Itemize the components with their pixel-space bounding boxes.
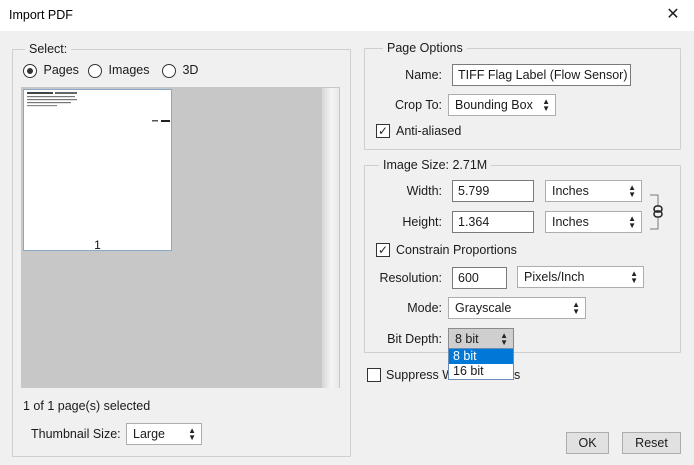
title-bar: Import PDF ✕ [0,0,694,32]
radio-icon[interactable] [162,63,176,78]
mode-label: Mode: [407,301,442,315]
thumbnail-size-value: Large [133,427,165,441]
resolution-label: Resolution: [379,271,442,285]
radio-3d[interactable]: 3D [162,63,198,78]
crop-to-label: Crop To: [394,98,442,112]
radio-pages[interactable]: Pages [23,63,79,78]
width-unit-select[interactable]: Inches ▲ ▼ [545,180,642,202]
close-icon[interactable]: ✕ [660,3,686,27]
constrain-proportions-label: Constrain Proportions [396,243,517,257]
width-label: Width: [406,184,442,198]
link-icon[interactable] [648,194,664,230]
page-thumbnail[interactable] [23,89,172,251]
bit-depth-value: 8 bit [455,332,479,346]
radio-pages-label: Pages [43,63,79,77]
page-options-legend: Page Options [387,41,463,55]
dropdown-option-16bit[interactable]: 16 bit [449,364,513,379]
dropdown-option-8bit[interactable]: 8 bit [449,349,513,364]
resolution-unit-select[interactable]: Pixels/Inch ▲ ▼ [517,266,644,288]
height-unit-value: Inches [552,215,589,229]
chevron-updown-icon: ▲ ▼ [628,183,636,199]
suppress-warnings-label-tail: s [514,368,521,382]
bit-depth-label: Bit Depth: [387,332,442,346]
height-unit-select[interactable]: Inches ▲ ▼ [545,211,642,233]
mode-value: Grayscale [455,301,512,315]
width-unit-value: Inches [552,184,589,198]
height-input[interactable]: 1.364 [452,211,534,233]
name-label: Name: [405,68,442,82]
chevron-updown-icon: ▲ ▼ [500,331,508,347]
image-size-legend: Image Size: 2.71M [383,158,488,172]
reset-button[interactable]: Reset [622,432,681,454]
thumbnail-size-select[interactable]: Large ▲ ▼ [126,423,202,445]
thumbnail-size-label: Thumbnail Size: [31,427,121,441]
crop-to-value: Bounding Box [455,98,533,112]
constrain-proportions-checkbox[interactable]: ✓ [376,243,390,257]
page-preview-image [27,92,170,122]
window-title: Import PDF [9,8,73,22]
width-input[interactable]: 5.799 [452,180,534,202]
radio-images-label: Images [108,63,150,77]
bit-depth-select[interactable]: 8 bit ▲ ▼ [448,328,514,350]
chevron-updown-icon: ▲ ▼ [188,426,196,442]
crop-to-select[interactable]: Bounding Box ▲ ▼ [448,94,556,116]
ok-button[interactable]: OK [566,432,609,454]
selection-status: 1 of 1 page(s) selected [23,399,151,413]
chevron-updown-icon: ▲ ▼ [630,269,638,285]
anti-aliased-checkbox[interactable]: ✓ [376,124,390,138]
page-number: 1 [94,238,101,252]
select-legend: Select: [29,42,68,56]
height-label: Height: [402,215,442,229]
radio-icon[interactable] [23,63,37,78]
resolution-input[interactable]: 600 [452,267,507,289]
radio-icon[interactable] [88,63,102,78]
radio-3d-label: 3D [182,63,199,77]
chevron-updown-icon: ▲ ▼ [542,97,550,113]
mode-select[interactable]: Grayscale ▲ ▼ [448,297,586,319]
resolution-unit-value: Pixels/Inch [524,270,585,284]
bit-depth-dropdown-list[interactable]: 8 bit 16 bit [448,348,514,380]
radio-images[interactable]: Images [88,63,149,78]
chevron-updown-icon: ▲ ▼ [628,214,636,230]
anti-aliased-label: Anti-aliased [396,124,462,138]
suppress-warnings-label: Suppress W [386,368,455,382]
suppress-warnings-checkbox[interactable] [367,368,381,382]
name-input[interactable]: TIFF Flag Label (Flow Sensor) 9 [452,64,631,86]
thumbnail-scrollbar[interactable] [322,88,339,388]
chevron-updown-icon: ▲ ▼ [572,300,580,316]
